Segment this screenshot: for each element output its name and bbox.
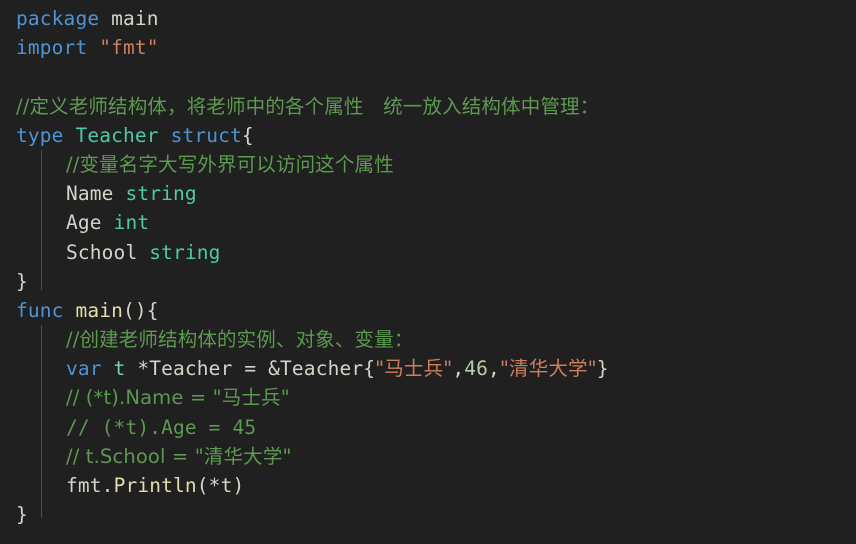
token-comment: //定义老师结构体，将老师中的各个属性 统一放入结构体中管理： (16, 94, 600, 118)
token-comment: // (*t).Age = 45 (66, 415, 257, 439)
code-line[interactable]: // t.School = "清华大学" (0, 442, 856, 471)
code-editor[interactable]: package main import "fmt" //定义老师结构体，将老师中的… (0, 0, 856, 544)
token-comment: // (*t).Name = "马士兵" (66, 386, 290, 410)
token-punctuation: , (452, 357, 465, 381)
token-string: "fmt" (99, 36, 159, 60)
code-line[interactable]: } (0, 500, 856, 529)
token-punctuation: . (101, 474, 114, 497)
token-comment: // t.School = "清华大学" (66, 444, 292, 468)
token-keyword: var (66, 357, 102, 381)
token-variable: t (113, 357, 126, 381)
code-line[interactable] (0, 62, 856, 91)
code-line[interactable]: package main (0, 4, 856, 33)
token-function: Println (113, 474, 197, 497)
code-line[interactable]: import "fmt" (0, 33, 856, 62)
code-line[interactable]: var t *Teacher = &Teacher{"马士兵",46,"清华大学… (0, 354, 856, 383)
token-punctuation: { (241, 123, 254, 147)
code-line[interactable]: School string (0, 238, 856, 267)
code-line[interactable]: func main(){ (0, 296, 856, 325)
token-keyword: struct (170, 123, 242, 147)
token-identifier: School (66, 240, 138, 264)
token-punctuation: } (16, 503, 28, 527)
token-identifier: &Teacher{ (268, 357, 376, 381)
token-comment: //变量名字大写外界可以访问这个属性 (66, 152, 394, 176)
code-line[interactable]: } (0, 267, 856, 296)
code-line[interactable]: fmt.Println(*t) (0, 471, 856, 500)
token-keyword: import (16, 36, 88, 60)
code-line[interactable]: type Teacher struct{ (0, 121, 856, 150)
token-identifier: Age (66, 211, 102, 235)
token-type: string (149, 240, 221, 264)
token-punctuation: (){ (123, 298, 159, 322)
token-number: 46 (464, 357, 489, 381)
token-comment: //创建老师结构体的实例、对象、变量： (66, 328, 414, 352)
token-punctuation: } (596, 357, 609, 381)
token-keyword: func (16, 298, 64, 322)
code-line[interactable]: //创建老师结构体的实例、对象、变量： (0, 325, 856, 354)
code-line[interactable]: //定义老师结构体，将老师中的各个属性 统一放入结构体中管理： (0, 92, 856, 121)
token-identifier: *Teacher (137, 357, 233, 381)
code-line[interactable]: //变量名字大写外界可以访问这个属性 (0, 150, 856, 179)
token-identifier: Name (66, 182, 114, 206)
code-line[interactable]: Age int (0, 208, 856, 237)
token-punctuation: = (232, 357, 269, 381)
token-type: int (113, 211, 150, 235)
token-punctuation: } (16, 269, 28, 293)
token-type: string (125, 182, 197, 206)
token-punctuation: (*t) (196, 474, 245, 497)
token-identifier: fmt (66, 474, 102, 497)
token-keyword: type (16, 123, 64, 147)
token-string: "清华大学" (499, 357, 597, 381)
token-string: "马士兵" (375, 357, 453, 381)
token-punctuation: , (488, 357, 500, 381)
token-function: main (75, 298, 124, 322)
token-identifier: main (111, 7, 159, 30)
code-line[interactable]: // (*t).Name = "马士兵" (0, 383, 856, 412)
code-line[interactable]: // (*t).Age = 45 (0, 413, 856, 442)
token-type: Teacher (75, 123, 159, 147)
code-line[interactable]: Name string (0, 179, 856, 208)
code-content[interactable]: package main import "fmt" //定义老师结构体，将老师中的… (0, 0, 856, 529)
token-keyword: package (16, 7, 100, 30)
